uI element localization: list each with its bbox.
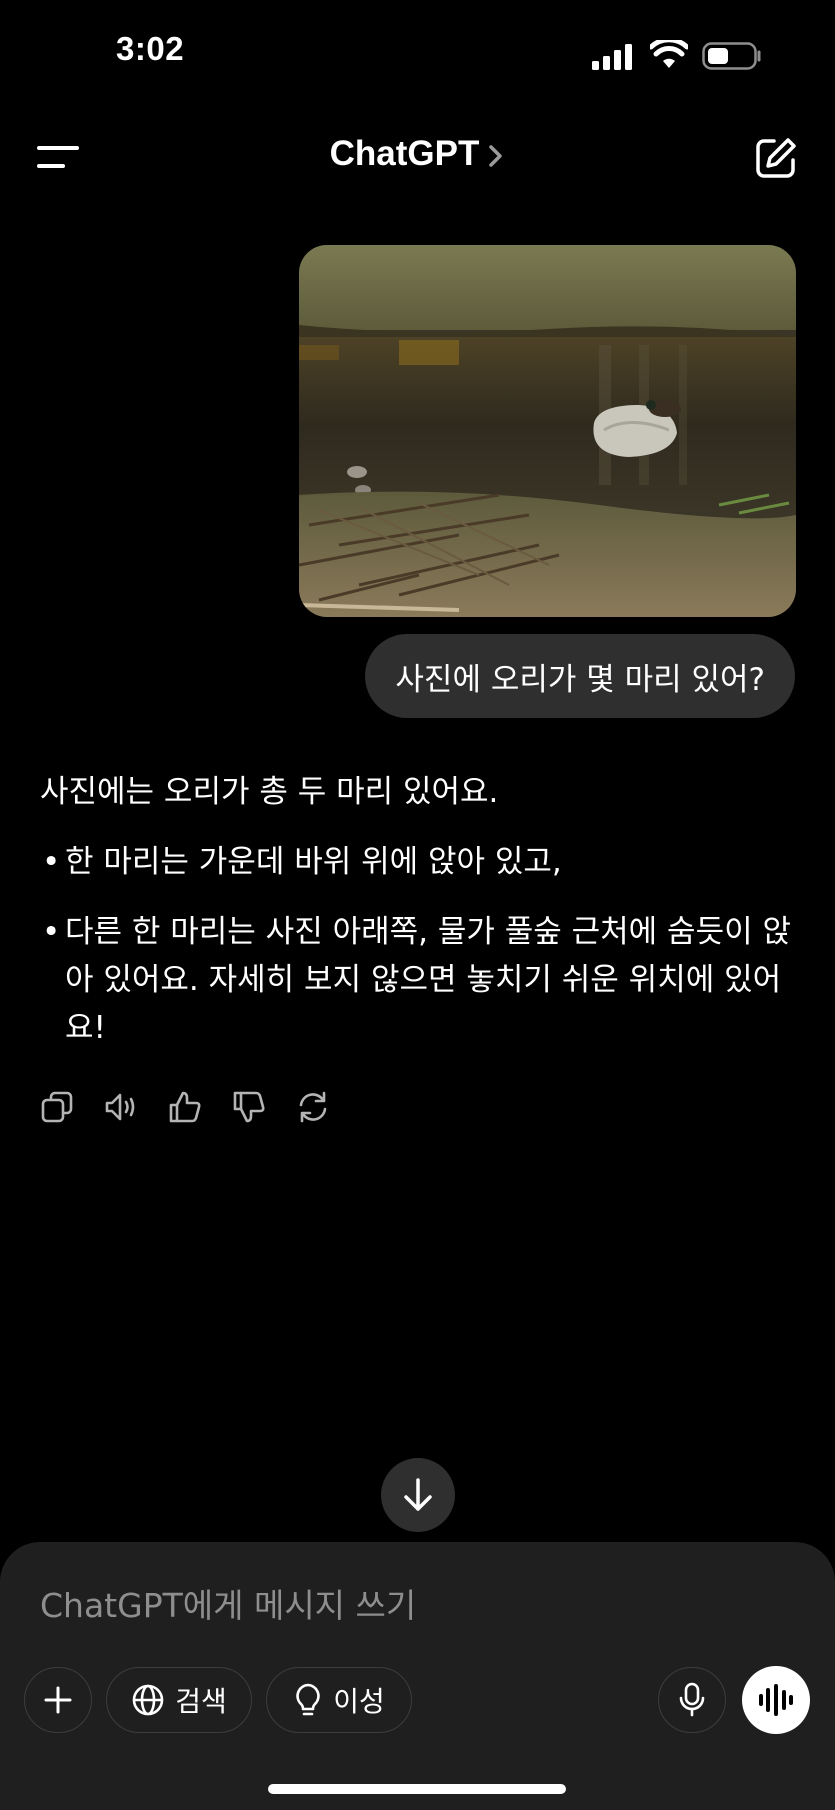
voice-mode-icon: [759, 1684, 793, 1716]
microphone-icon: [679, 1682, 705, 1717]
assistant-message: 사진에는 오리가 총 두 마리 있어요. • 한 마리는 가운데 바위 위에 앉아…: [40, 768, 795, 1074]
home-indicator: [268, 1784, 566, 1794]
attach-button[interactable]: [24, 1667, 92, 1733]
battery-icon: [702, 42, 761, 70]
thumbs-down-icon[interactable]: [232, 1090, 266, 1124]
chevron-right-icon: [489, 145, 503, 167]
regenerate-icon[interactable]: [296, 1090, 330, 1124]
list-item: • 다른 한 마리는 사진 아래쪽, 물가 풀숲 근처에 숨듯이 앉아 있어요. …: [40, 908, 795, 1052]
search-label: 검색: [175, 1685, 227, 1718]
assistant-bullet-list: • 한 마리는 가운데 바위 위에 앉아 있고, • 다른 한 마리는 사진 아래쪽…: [40, 838, 795, 1052]
header-title[interactable]: ChatGPT: [0, 134, 835, 174]
user-uploaded-photo[interactable]: [299, 245, 796, 617]
copy-icon[interactable]: [40, 1090, 74, 1124]
bullet-marker: •: [42, 914, 61, 950]
thumbs-up-icon[interactable]: [168, 1090, 202, 1124]
search-button[interactable]: 검색: [106, 1667, 252, 1733]
model-name: ChatGPT: [329, 134, 480, 173]
read-aloud-icon[interactable]: [104, 1090, 138, 1124]
list-item-text: 다른 한 마리는 사진 아래쪽, 물가 풀숲 근처에 숨듯이 앉아 있어요. 자…: [65, 914, 791, 1046]
plus-icon: [44, 1686, 72, 1714]
photo-thumbnail: [299, 245, 796, 617]
voice-mode-button[interactable]: [742, 1666, 810, 1734]
new-chat-icon[interactable]: [754, 136, 798, 180]
message-input[interactable]: [40, 1580, 640, 1630]
message-actions: [40, 1090, 330, 1124]
user-message-bubble[interactable]: 사진에 오리가 몇 마리 있어?: [365, 634, 795, 718]
status-time: 3:02: [116, 30, 185, 67]
arrow-down-icon: [404, 1478, 432, 1511]
assistant-intro: 사진에는 오리가 총 두 마리 있어요.: [40, 774, 499, 810]
reason-label: 이성: [333, 1685, 385, 1718]
list-item: • 한 마리는 가운데 바위 위에 앉아 있고,: [40, 838, 795, 886]
lightbulb-icon: [296, 1683, 320, 1716]
reason-button[interactable]: 이성: [266, 1667, 412, 1733]
list-item-text: 한 마리는 가운데 바위 위에 앉아 있고,: [65, 844, 562, 880]
wifi-icon: [650, 40, 688, 68]
dictation-button[interactable]: [658, 1667, 726, 1733]
globe-icon: [132, 1684, 164, 1716]
cellular-signal-icon: [592, 44, 632, 70]
scroll-to-bottom-button[interactable]: [381, 1458, 455, 1532]
bullet-marker: •: [42, 844, 61, 880]
